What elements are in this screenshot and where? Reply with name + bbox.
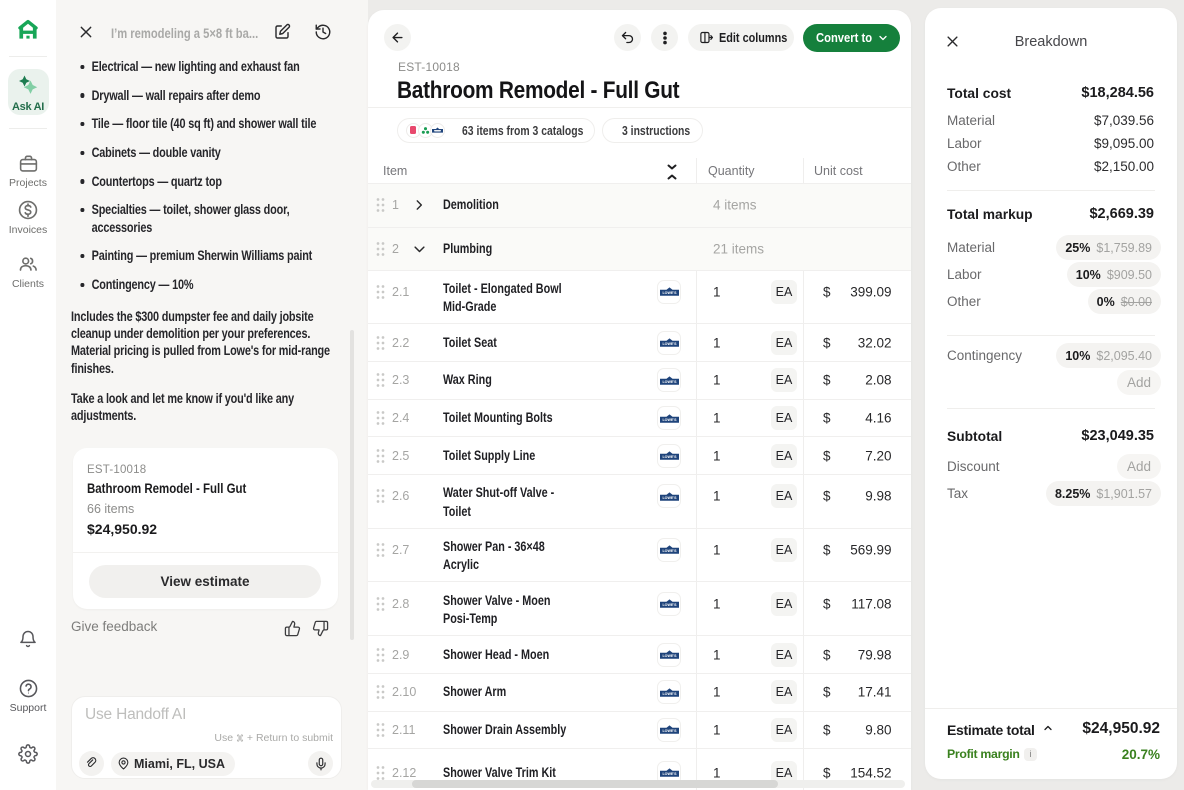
svg-text:LOWE'S: LOWE'S (662, 549, 677, 553)
svg-text:LOWE'S: LOWE'S (662, 603, 677, 607)
svg-text:LOWE'S: LOWE'S (662, 417, 677, 421)
svg-text:LOWE'S: LOWE'S (662, 291, 677, 295)
svg-text:LOWE'S: LOWE'S (662, 495, 677, 499)
svg-text:LOWE'S: LOWE'S (662, 654, 677, 658)
svg-text:LOWE'S: LOWE'S (662, 772, 677, 776)
svg-text:LOWE'S: LOWE'S (662, 380, 677, 384)
svg-text:LOWE'S: LOWE'S (662, 692, 677, 696)
svg-text:LOWE'S: LOWE'S (662, 342, 677, 346)
svg-text:LOWE'S: LOWE'S (662, 455, 677, 459)
svg-text:LOWE'S: LOWE'S (662, 729, 677, 733)
